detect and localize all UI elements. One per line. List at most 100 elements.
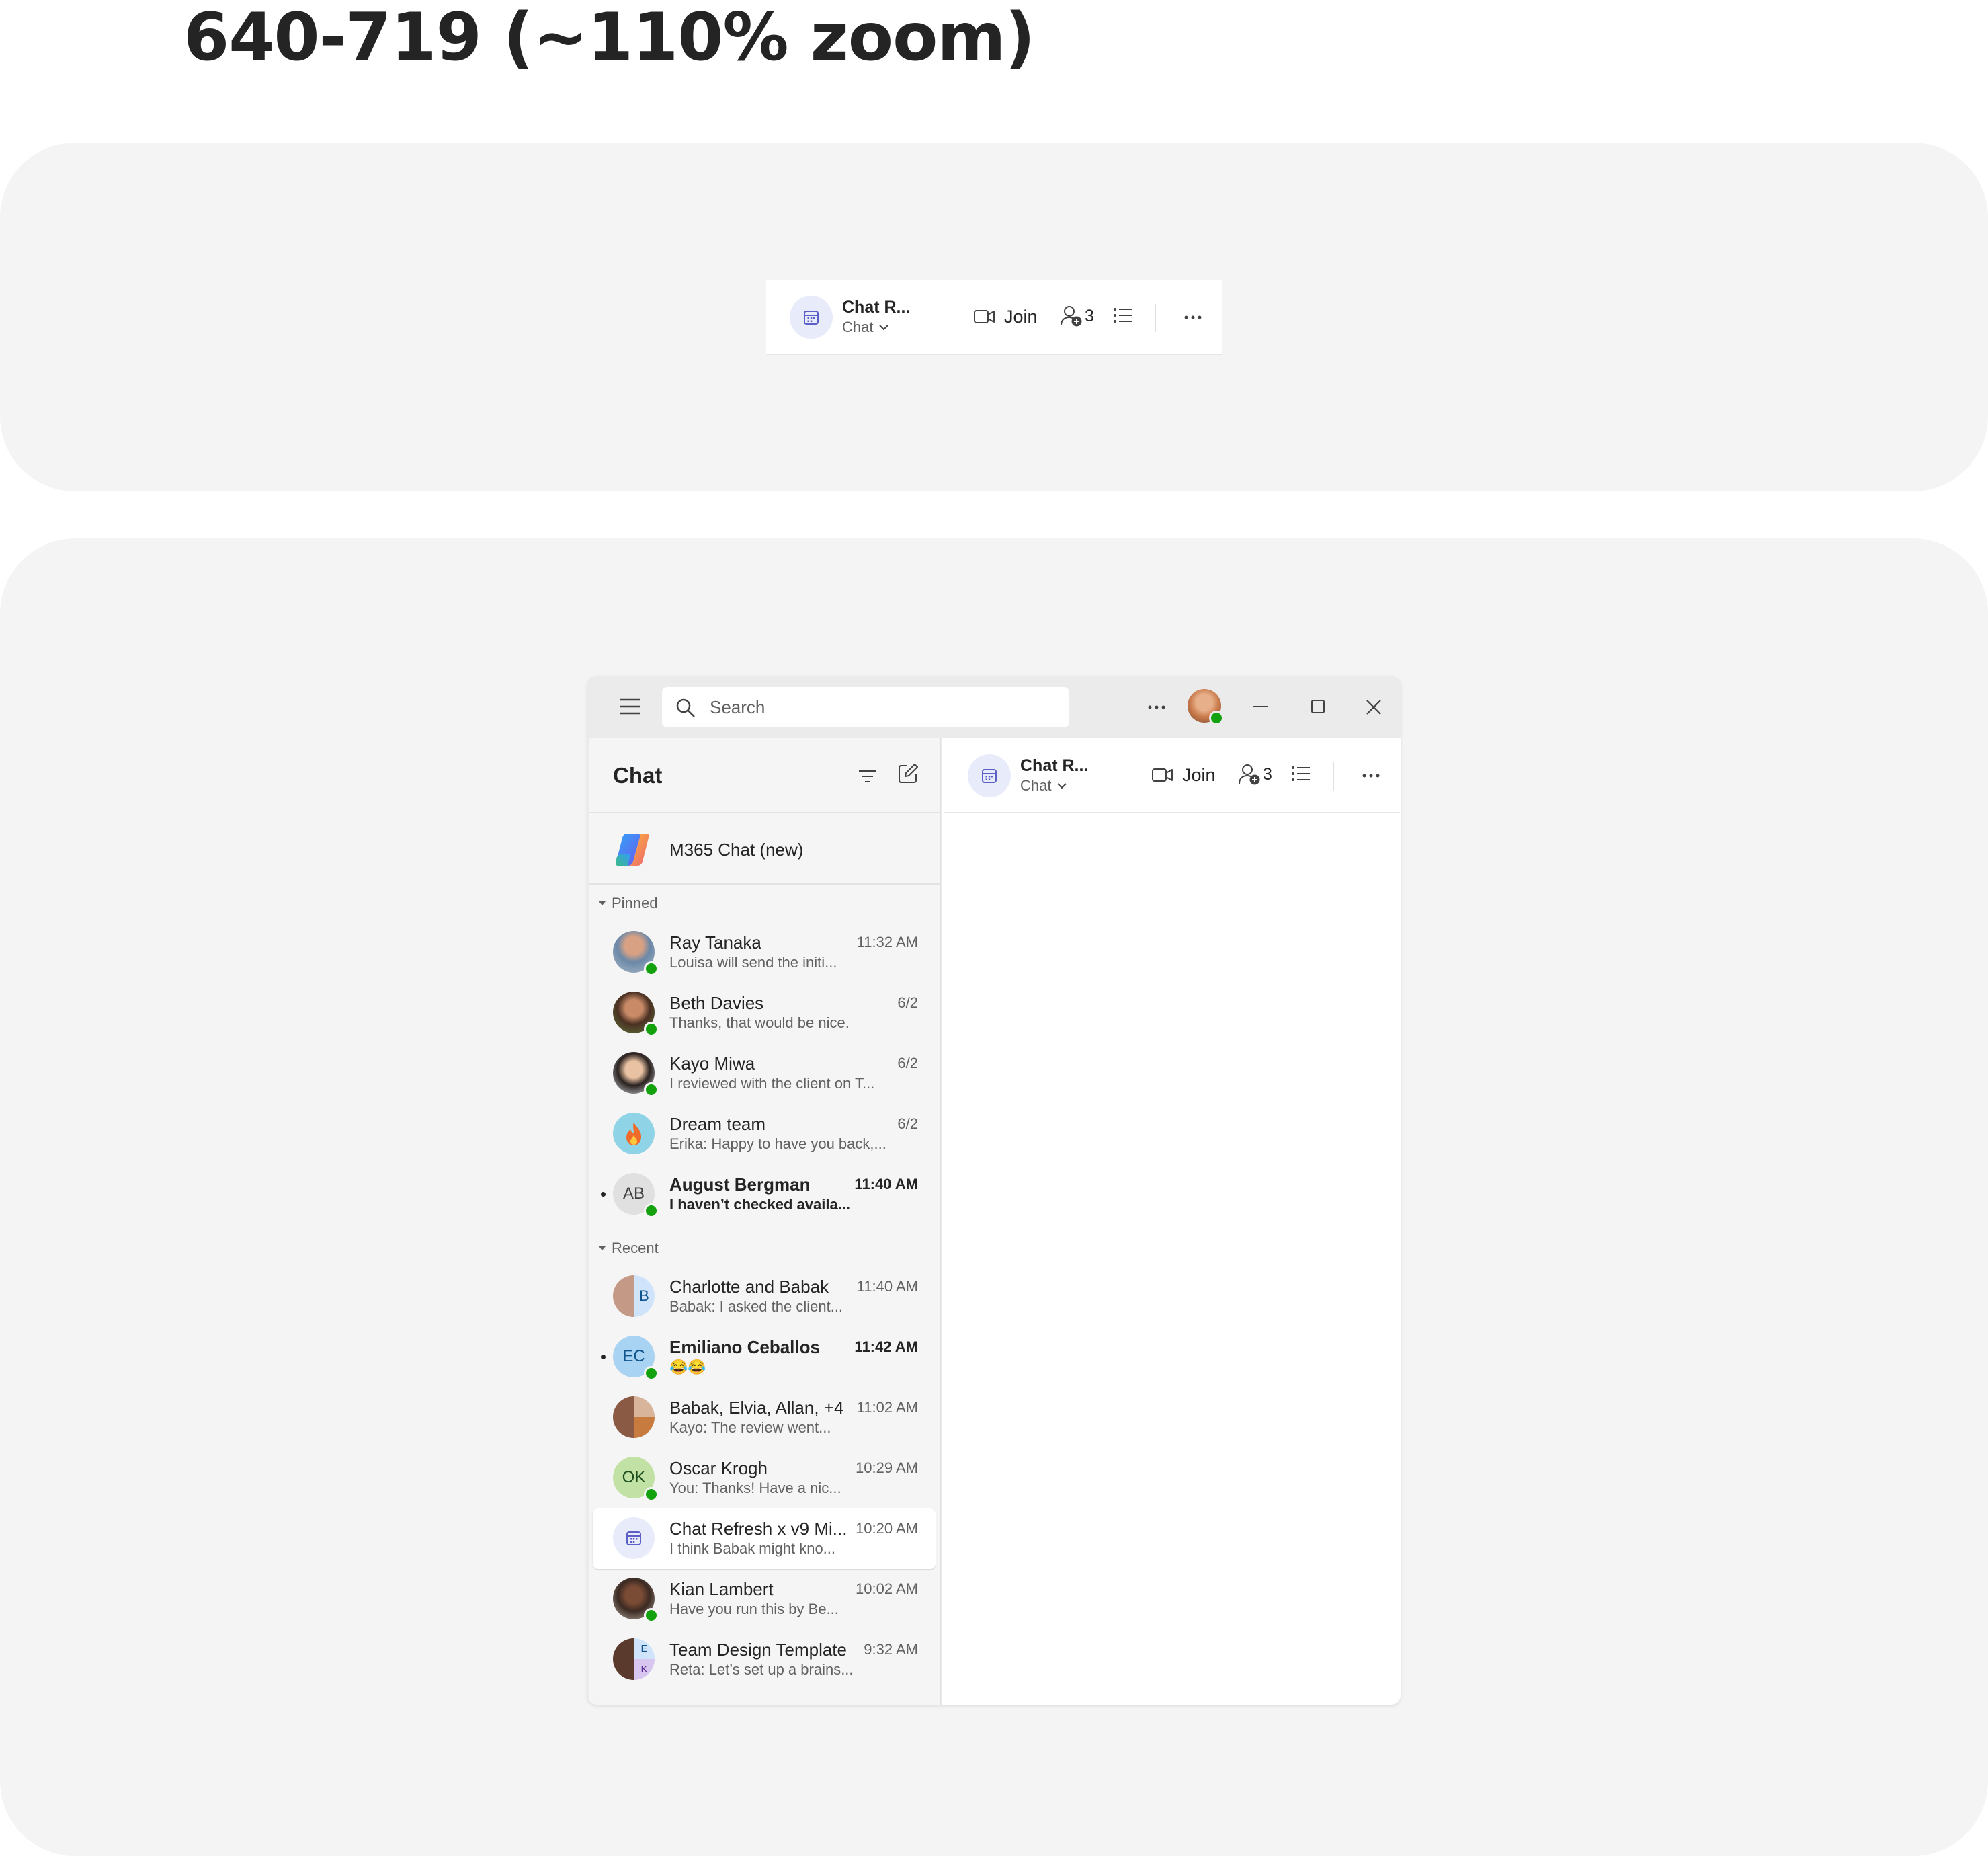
avatar-quadrant xyxy=(634,1417,655,1438)
chat-time: 6/2 xyxy=(897,1115,918,1132)
chat-list-item[interactable]: AB August Bergman I haven’t checked avai… xyxy=(593,1164,936,1225)
search-placeholder: Search xyxy=(710,697,765,717)
chat-list-item[interactable]: Dream team Erika: Happy to have you back… xyxy=(593,1104,936,1164)
filter-icon[interactable] xyxy=(858,768,878,784)
avatar xyxy=(613,1113,655,1154)
more-icon[interactable] xyxy=(1147,703,1167,711)
chat-time: 11:40 AM xyxy=(854,1176,918,1193)
chat-preview: 😂😂 xyxy=(669,1359,706,1375)
compose-icon[interactable] xyxy=(897,762,919,785)
avatar-initials: B xyxy=(639,1287,649,1304)
chat-list-item[interactable]: E K Team Design Template Reta: Let’s set… xyxy=(593,1629,936,1690)
calendar-icon xyxy=(968,754,1011,797)
chat-time: 11:40 AM xyxy=(856,1278,918,1295)
copilot-logo-icon xyxy=(613,832,652,868)
chat-list-item[interactable]: Babak, Elvia, Allan, +4 Kayo: The review… xyxy=(593,1387,936,1448)
calendar-icon xyxy=(790,296,833,339)
chat-title[interactable]: Chat R... xyxy=(1020,756,1088,776)
chat-tab-dropdown[interactable]: Chat xyxy=(1020,777,1067,795)
chat-time: 6/2 xyxy=(897,994,918,1011)
avatar: E K xyxy=(613,1638,655,1680)
avatar[interactable] xyxy=(1188,689,1224,725)
chat-name: Babak, Elvia, Allan, +4 xyxy=(669,1398,844,1418)
chat-tab-label: Chat xyxy=(842,319,874,335)
close-icon[interactable] xyxy=(1365,698,1382,716)
search-icon xyxy=(675,698,696,718)
chat-preview: I reviewed with the client on T... xyxy=(669,1075,875,1092)
video-camera-icon xyxy=(1151,766,1174,784)
participants-count: 3 xyxy=(1263,765,1272,784)
chat-time: 11:42 AM xyxy=(854,1338,918,1355)
presence-badge xyxy=(1209,711,1224,725)
chat-sidebar: Chat M365 Chat (new) Pinned Ray Tanaka L… xyxy=(589,738,941,1705)
chat-list-item[interactable]: B Charlotte and Babak Babak: I asked the… xyxy=(593,1266,936,1327)
chat-list-item[interactable]: Ray Tanaka Louisa will send the initi...… xyxy=(593,922,936,983)
m365-chat-label: M365 Chat (new) xyxy=(669,840,804,860)
video-camera-icon xyxy=(973,308,996,325)
more-icon[interactable] xyxy=(1361,764,1381,788)
avatar-initials: K xyxy=(634,1659,655,1680)
chat-command-bar: Chat R... Chat Join 3 xyxy=(766,280,1222,355)
chat-time: 10:02 AM xyxy=(856,1580,918,1597)
participants-button[interactable]: 3 xyxy=(1059,304,1094,328)
chat-list-item[interactable]: Kian Lambert Have you run this by Be... … xyxy=(593,1569,936,1629)
chat-time: 11:32 AM xyxy=(856,934,918,951)
fire-icon xyxy=(626,1122,641,1145)
chat-name: Kayo Miwa xyxy=(669,1053,755,1074)
presence-badge xyxy=(644,1203,659,1218)
hamburger-icon[interactable] xyxy=(620,698,641,715)
calendar-icon xyxy=(625,1529,643,1547)
chat-preview: I haven’t checked availa... xyxy=(669,1196,851,1213)
join-button[interactable]: Join xyxy=(973,305,1038,329)
chat-name: August Bergman xyxy=(669,1174,811,1195)
chat-time: 11:02 AM xyxy=(856,1399,918,1416)
section-recent[interactable]: Recent xyxy=(598,1239,659,1258)
section-pinned[interactable]: Pinned xyxy=(598,894,658,913)
chat-preview: Thanks, that would be nice. xyxy=(669,1014,850,1031)
chat-name: Dream team xyxy=(669,1114,766,1134)
chat-name: Ray Tanaka xyxy=(669,932,761,953)
chat-list-item[interactable]: OK Oscar Krogh You: Thanks! Have a nic..… xyxy=(593,1448,936,1508)
list-icon[interactable] xyxy=(1113,307,1133,324)
presence-badge xyxy=(644,1082,659,1097)
more-icon[interactable] xyxy=(1183,305,1203,329)
chat-time: 10:20 AM xyxy=(856,1520,918,1537)
chat-list-item[interactable]: EC Emiliano Ceballos 😂😂 11:42 AM xyxy=(593,1327,936,1387)
avatar-initials: E xyxy=(634,1638,655,1659)
participants-button[interactable]: 3 xyxy=(1237,762,1272,786)
avatar xyxy=(613,1396,655,1438)
avatar: B xyxy=(613,1275,655,1317)
teams-window: Search Chat M365 Chat (new) Pinned Ray T… xyxy=(587,676,1401,1705)
chat-preview: Kayo: The review went... xyxy=(669,1419,831,1436)
join-button[interactable]: Join xyxy=(1151,763,1216,787)
chat-list-item[interactable]: Chat Refresh x v9 Mi... I think Babak mi… xyxy=(593,1508,936,1569)
unread-dot xyxy=(601,1192,606,1197)
m365-chat-item[interactable]: M365 Chat (new) xyxy=(589,815,940,885)
chat-list-item[interactable]: Kayo Miwa I reviewed with the client on … xyxy=(593,1043,936,1104)
chat-preview: Erika: Happy to have you back,... xyxy=(669,1135,886,1152)
section-label: Pinned xyxy=(612,895,658,912)
chat-tab-label: Chat xyxy=(1020,777,1052,794)
search-input[interactable]: Search xyxy=(662,687,1069,727)
chat-time: 10:29 AM xyxy=(856,1459,918,1476)
presence-badge xyxy=(644,1366,659,1381)
join-label: Join xyxy=(1182,765,1216,785)
list-icon[interactable] xyxy=(1291,765,1311,782)
chat-title[interactable]: Chat R... xyxy=(842,297,910,317)
page-title: 640-719 (~110% zoom) xyxy=(183,0,1035,76)
presence-badge xyxy=(644,961,659,976)
chat-list-item[interactable]: Beth Davies Thanks, that would be nice. … xyxy=(593,983,936,1043)
chat-name: Emiliano Ceballos xyxy=(669,1337,820,1357)
chat-name: Team Design Template xyxy=(669,1640,847,1660)
unread-dot xyxy=(601,1355,606,1359)
chat-tab-dropdown[interactable]: Chat xyxy=(842,319,889,336)
participants-count: 3 xyxy=(1085,307,1094,325)
chevron-down-icon xyxy=(1057,782,1067,789)
maximize-icon[interactable] xyxy=(1310,698,1326,715)
chat-preview: You: Thanks! Have a nic... xyxy=(669,1480,841,1496)
people-add-icon xyxy=(1237,763,1261,786)
chat-name: Beth Davies xyxy=(669,993,764,1013)
minimize-icon[interactable] xyxy=(1253,705,1269,708)
presence-badge xyxy=(644,1608,659,1623)
join-label: Join xyxy=(1004,307,1038,327)
